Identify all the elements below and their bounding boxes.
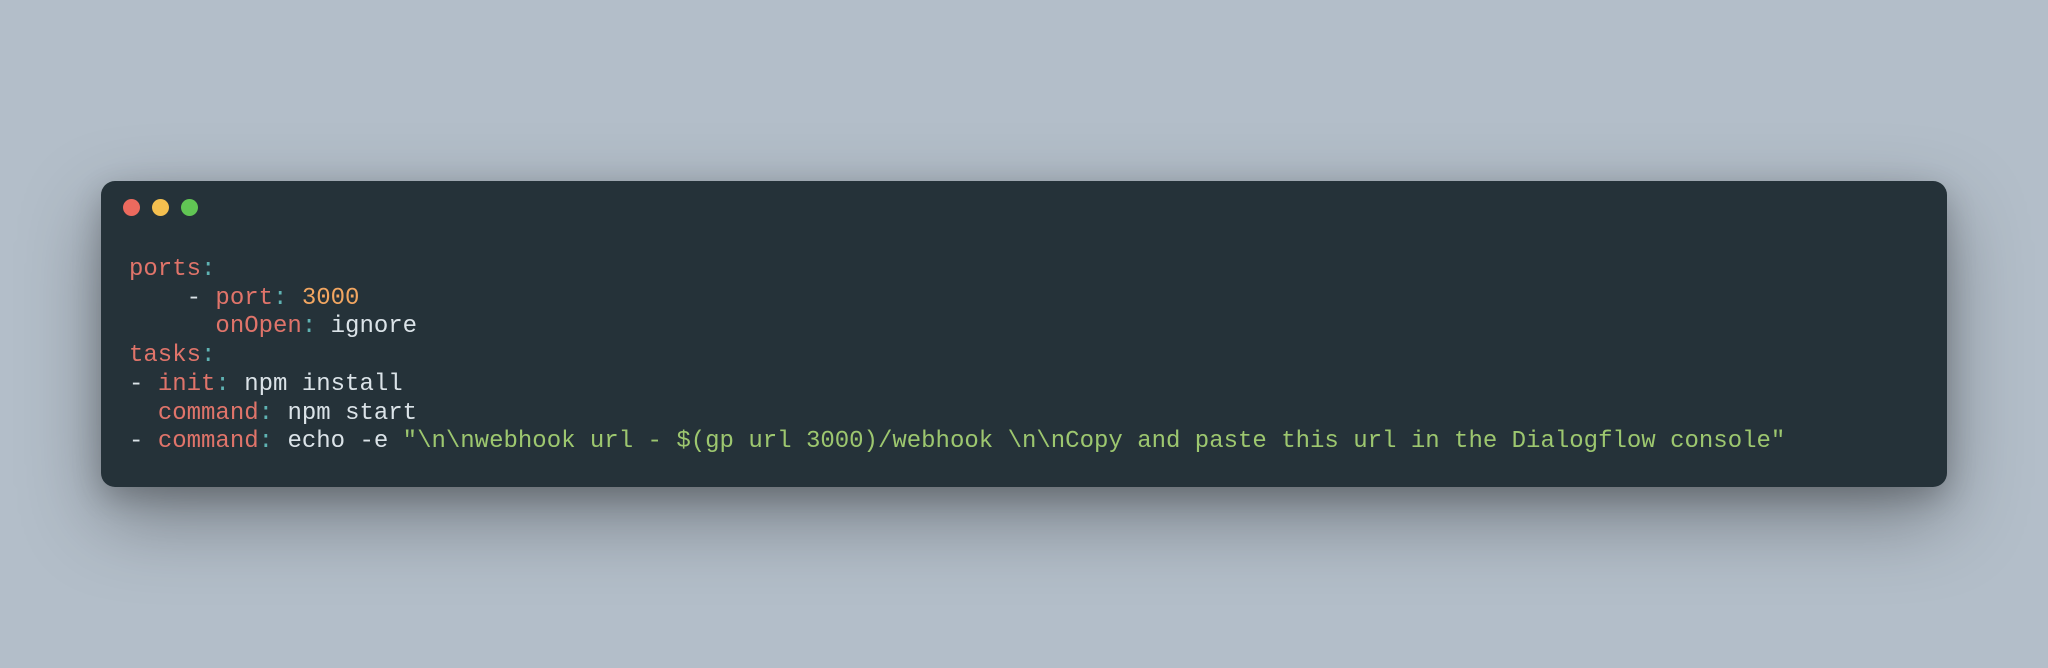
window-titlebar [101,181,1947,216]
yaml-colon: : [215,371,244,398]
yaml-value: ignore [331,313,417,340]
yaml-colon: : [273,285,302,312]
yaml-colon: : [259,400,288,427]
yaml-dash: - [129,371,158,398]
yaml-key: init [158,371,216,398]
yaml-dash: - [129,285,215,312]
yaml-dash: - [129,428,158,455]
yaml-number: 3000 [302,285,360,312]
terminal-window: ports: - port: 3000 onOpen: ignore tasks… [101,181,1947,488]
yaml-indent [129,400,158,427]
yaml-key: command [158,428,259,455]
yaml-value: npm start [287,400,417,427]
maximize-icon[interactable] [181,199,198,216]
minimize-icon[interactable] [152,199,169,216]
yaml-colon: : [302,313,331,340]
yaml-key: port [215,285,273,312]
yaml-colon: : [201,342,215,369]
yaml-value: npm install [244,371,402,398]
yaml-key: onOpen [215,313,301,340]
yaml-string: "\n\nwebhook url - $(gp url 3000)/webhoo… [403,428,1786,455]
yaml-command: echo -e [287,428,402,455]
yaml-indent [129,313,215,340]
yaml-colon: : [259,428,288,455]
code-block: ports: - port: 3000 onOpen: ignore tasks… [101,216,1947,458]
yaml-key: tasks [129,342,201,369]
yaml-colon: : [201,256,215,283]
yaml-key: command [158,400,259,427]
yaml-key: ports [129,256,201,283]
close-icon[interactable] [123,199,140,216]
